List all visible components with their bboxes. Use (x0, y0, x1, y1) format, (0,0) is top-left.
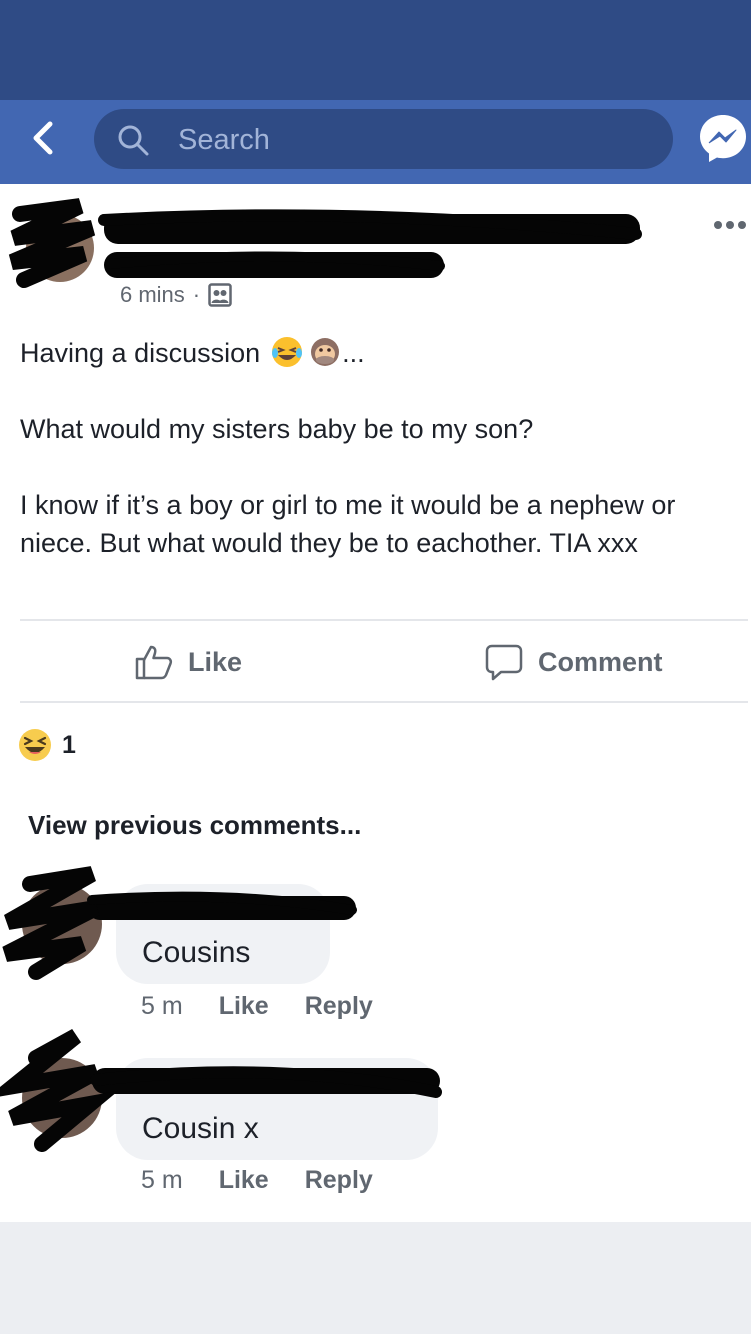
search-icon (118, 125, 149, 156)
post-paragraph-2: What would my sisters baby be to my son? (20, 414, 534, 444)
post-card: 6 mins · Having a discussion ... What wo… (0, 184, 751, 1222)
comment-time: 5 m (141, 1166, 183, 1194)
comment-actions: 5 m Like Reply (141, 992, 373, 1021)
like-label: Like (188, 646, 243, 677)
reaction-count: 1 (62, 730, 76, 759)
comment-time: 5 m (141, 992, 183, 1020)
author-avatar[interactable] (26, 214, 94, 282)
status-bar (0, 0, 751, 100)
thumbs-up-icon (135, 645, 173, 680)
top-nav-bar: Search (0, 100, 751, 184)
more-options-button[interactable] (712, 218, 748, 230)
comment-avatar[interactable] (22, 884, 102, 964)
post-time[interactable]: 6 mins (120, 282, 185, 308)
more-dots-icon (714, 221, 746, 229)
post-text-line-1: Having a discussion (20, 338, 261, 368)
comment-button[interactable]: Comment (484, 640, 663, 684)
comment-actions: 5 m Like Reply (141, 1166, 373, 1195)
post-line-1: Having a discussion ... (20, 334, 730, 372)
reaction-summary[interactable]: 1 (18, 728, 76, 762)
post-divider-top (20, 619, 748, 621)
comment-like-link[interactable]: Like (219, 992, 269, 1021)
commenter-name-redacted (92, 1068, 440, 1094)
tears-of-joy-emoji-icon (272, 337, 303, 367)
comment-text: Cousins (142, 936, 251, 969)
messenger-button[interactable] (697, 112, 749, 164)
comment-label: Comment (538, 646, 663, 677)
comment-avatar[interactable] (22, 1058, 102, 1138)
author-name-redacted-line-2 (104, 252, 444, 278)
speak-no-evil-monkey-emoji-icon (311, 338, 340, 366)
post-divider-bottom (20, 701, 748, 703)
commenter-name-redacted (88, 896, 356, 920)
view-previous-comments-link[interactable]: View previous comments... (28, 810, 361, 841)
messenger-icon (700, 115, 746, 162)
comment-like-link[interactable]: Like (219, 1166, 269, 1195)
author-name-redacted (104, 214, 640, 244)
comment-reply-link[interactable]: Reply (305, 1166, 373, 1195)
post-body: Having a discussion ... What would my si… (20, 334, 730, 562)
comment-reply-link[interactable]: Reply (305, 992, 373, 1021)
like-button[interactable]: Like (134, 640, 242, 684)
chevron-left-icon (33, 121, 53, 155)
search-input[interactable]: Search (94, 109, 673, 169)
meta-separator: · (192, 282, 201, 307)
comment-text: Cousin x (142, 1112, 259, 1145)
search-placeholder: Search (178, 124, 270, 156)
haha-reaction-icon (19, 729, 51, 761)
post-text-line-1-suffix: ... (342, 338, 365, 368)
comment-icon (485, 644, 523, 681)
group-audience-icon (208, 283, 232, 307)
post-paragraph-3: I know if it’s a boy or girl to me it wo… (20, 490, 676, 558)
back-button[interactable] (28, 116, 62, 160)
post-meta: 6 mins · (120, 282, 232, 308)
